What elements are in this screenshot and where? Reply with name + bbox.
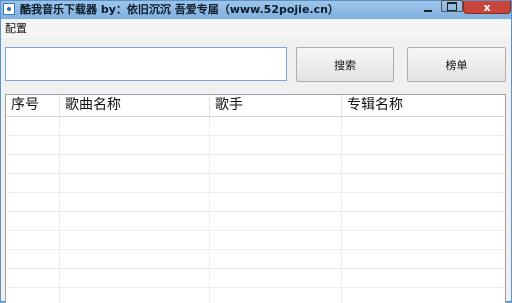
table-row[interactable] <box>6 193 505 212</box>
maximize-icon <box>447 1 457 11</box>
chart-button[interactable]: 榜单 <box>407 47 506 82</box>
close-icon: x <box>483 0 491 14</box>
results-table[interactable]: 序号 歌曲名称 歌手 专辑名称 <box>5 94 506 303</box>
close-button[interactable]: x <box>463 1 511 14</box>
menu-bar: 配置 <box>1 20 511 38</box>
search-button[interactable]: 搜索 <box>296 47 394 82</box>
column-header-album[interactable]: 专辑名称 <box>342 95 505 116</box>
minimize-icon <box>424 9 432 12</box>
column-header-song[interactable]: 歌曲名称 <box>60 95 210 116</box>
table-row[interactable] <box>6 250 505 269</box>
title-bar[interactable]: 酷我音乐下载器 by：依旧沉沉 吾爱专届（www.52pojie.cn） x <box>1 0 511 19</box>
app-window: 酷我音乐下载器 by：依旧沉沉 吾爱专届（www.52pojie.cn） x 配… <box>0 0 512 303</box>
table-row[interactable] <box>6 117 505 136</box>
table-row[interactable] <box>6 288 505 303</box>
table-row[interactable] <box>6 174 505 193</box>
table-row[interactable] <box>6 269 505 288</box>
minimize-button[interactable] <box>415 1 441 14</box>
column-header-artist[interactable]: 歌手 <box>210 95 342 116</box>
table-body <box>6 117 505 303</box>
table-row[interactable] <box>6 155 505 174</box>
table-row[interactable] <box>6 136 505 155</box>
window-controls: x <box>415 0 511 15</box>
table-row[interactable] <box>6 212 505 231</box>
table-header: 序号 歌曲名称 歌手 专辑名称 <box>6 95 505 117</box>
window-title: 酷我音乐下载器 by：依旧沉沉 吾爱专届（www.52pojie.cn） <box>20 3 339 16</box>
app-icon <box>3 3 15 15</box>
column-header-index[interactable]: 序号 <box>6 95 60 116</box>
table-row[interactable] <box>6 231 505 250</box>
menu-item-config[interactable]: 配置 <box>5 22 27 36</box>
maximize-button[interactable] <box>441 0 463 12</box>
search-input[interactable] <box>5 47 287 81</box>
